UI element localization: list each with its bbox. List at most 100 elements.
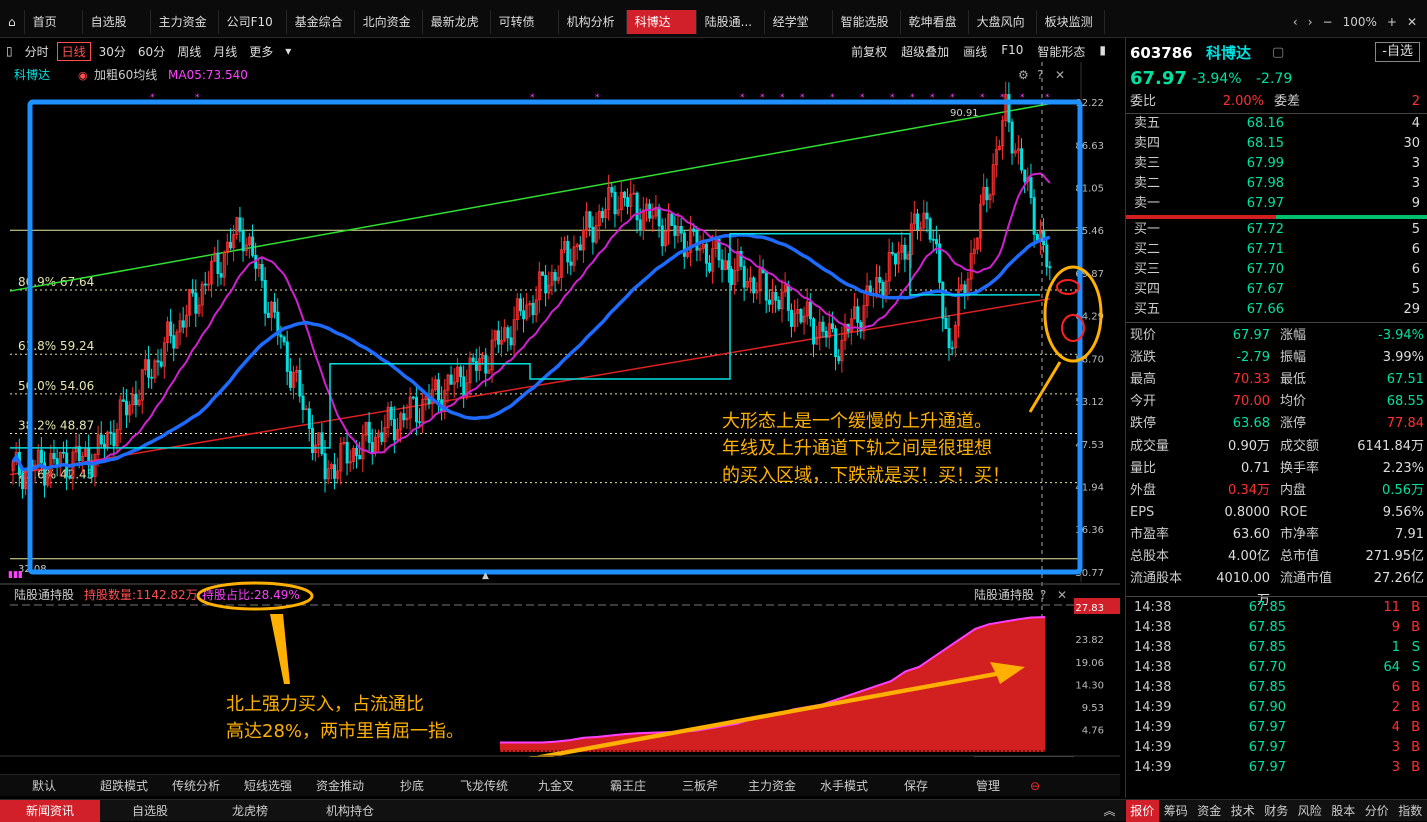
bottom-tab[interactable]: 新闻资讯	[0, 800, 100, 822]
chart-tool[interactable]: 超级叠加	[901, 43, 949, 60]
overlay-ma: MA05:73.540	[168, 68, 248, 82]
nav-tab[interactable]: 机构分析	[559, 10, 627, 34]
expand-icon[interactable]: ︽	[1103, 802, 1115, 819]
quote-tab[interactable]: 资金	[1193, 800, 1227, 822]
chevron-right-icon[interactable]: ›	[1308, 15, 1313, 29]
period-tab[interactable]: 周线	[171, 43, 207, 60]
tool-button[interactable]: 资金推动	[304, 777, 376, 794]
tool-button[interactable]: 主力资金	[736, 777, 808, 794]
chart-tool[interactable]: F10	[1001, 43, 1023, 60]
candle-body	[554, 272, 556, 280]
quote-row: 成交量0.90万成交额6141.84万	[1126, 436, 1427, 458]
candle-body	[986, 187, 988, 199]
period-tab[interactable]: 月线	[207, 43, 243, 60]
zoom-out-icon[interactable]: −	[1323, 15, 1333, 29]
quote-row: 14:3967.902B	[1126, 698, 1427, 718]
tool-button[interactable]: 短线选强	[232, 777, 304, 794]
collapse-icon[interactable]: ⊖	[1030, 779, 1040, 793]
candle-body	[601, 211, 603, 217]
quote-tab[interactable]: 风险	[1293, 800, 1327, 822]
quote-tab[interactable]: 技术	[1226, 800, 1260, 822]
nav-tab[interactable]: 主力资金	[151, 10, 219, 34]
stock-name: 科博达	[1206, 40, 1251, 66]
quote-row: 买一67.725	[1126, 220, 1427, 240]
bottom-tab[interactable]: 机构持仓	[300, 800, 400, 822]
tool-button[interactable]: 九金叉	[520, 777, 592, 794]
tool-button[interactable]: 霸王庄	[592, 777, 664, 794]
nav-tab[interactable]: 大盘风向	[969, 10, 1037, 34]
candle-body	[705, 244, 707, 263]
overlay-stock: 科博达	[14, 67, 50, 82]
candle-body	[239, 218, 241, 231]
nav-tab[interactable]: 智能选股	[833, 10, 901, 34]
quote-tab[interactable]: 股本	[1327, 800, 1361, 822]
quote-tab[interactable]: 筹码	[1159, 800, 1193, 822]
nav-tab[interactable]: 科博达	[627, 10, 697, 34]
quote-tab[interactable]: 报价	[1126, 800, 1160, 822]
home-icon[interactable]: ⌂	[0, 10, 25, 34]
quote-tab[interactable]: 分价	[1360, 800, 1394, 822]
nav-tab[interactable]: 乾坤看盘	[901, 10, 969, 34]
chart-tool[interactable]: 前复权	[851, 43, 887, 60]
quote-row: 流通股本4010.00万流通市值27.26亿	[1126, 568, 1427, 590]
quote-tab[interactable]: 财务	[1260, 800, 1294, 822]
quote-tab[interactable]: 指数	[1394, 800, 1427, 822]
period-tab[interactable]: 更多	[243, 43, 279, 60]
tool-button[interactable]: 默认	[0, 777, 88, 794]
nav-tab[interactable]: 首页	[25, 10, 83, 34]
quote-row: 现价67.97涨幅-3.94%	[1126, 325, 1427, 347]
window-controls: ‹›−100%+✕	[1293, 15, 1427, 29]
nav-tab[interactable]: 板块监测	[1037, 10, 1105, 34]
chart-tool[interactable]: 智能形态	[1037, 43, 1085, 60]
candle-body	[460, 367, 462, 377]
nav-tab[interactable]: 北向资金	[355, 10, 423, 34]
nav-tab[interactable]: 最新龙虎	[423, 10, 491, 34]
candle-body	[951, 348, 953, 349]
period-tab[interactable]: 60分	[132, 43, 171, 60]
annotation-text: 大形态上是一个缓慢的上升通道。	[722, 411, 992, 432]
nav-tab[interactable]: 可转债	[491, 10, 559, 34]
bottom-tab[interactable]: 龙虎榜	[200, 800, 300, 822]
quote-row: 买二67.716	[1126, 240, 1427, 260]
candle-body	[1020, 149, 1022, 170]
nav-tab[interactable]: 经学堂	[765, 10, 833, 34]
nav-tab[interactable]: 基金综合	[287, 10, 355, 34]
candle-body	[768, 300, 770, 304]
candle-body	[308, 409, 310, 429]
tool-button[interactable]: 超跌模式	[88, 777, 160, 794]
tool-button[interactable]: 三板斧	[664, 777, 736, 794]
panel-toggle-icon[interactable]: ▯	[0, 44, 19, 58]
period-tab[interactable]: 30分	[93, 43, 132, 60]
candle-body	[1011, 122, 1013, 153]
tool-button[interactable]: 传统分析	[160, 777, 232, 794]
tool-button[interactable]: 飞龙传统	[448, 777, 520, 794]
candle-body	[611, 187, 613, 192]
bottom-tab[interactable]: 自选股	[100, 800, 200, 822]
marker-strip: ▮▮▮	[8, 570, 23, 580]
panel-icon[interactable]: ▮	[1099, 43, 1106, 60]
zoom-in-icon[interactable]: +	[1387, 15, 1397, 29]
candle-body	[242, 231, 244, 251]
tool-button[interactable]: 抄底	[376, 777, 448, 794]
quote-row: EPS0.8000ROE9.56%	[1126, 502, 1427, 524]
tool-button[interactable]: 管理	[952, 777, 1024, 794]
candle-body	[371, 442, 373, 453]
close-icon[interactable]: ✕	[1407, 15, 1417, 29]
chevron-left-icon[interactable]: ‹	[1293, 15, 1298, 29]
chart-tool[interactable]: 画线	[963, 43, 987, 60]
candle-body	[346, 442, 348, 463]
quote-row: 14:3867.859B	[1126, 618, 1427, 638]
add-watchlist-button[interactable]: -自选	[1375, 42, 1420, 62]
period-tab[interactable]: 日线	[57, 42, 91, 61]
nav-tab[interactable]: 陆股通...	[697, 10, 765, 34]
candle-body	[69, 477, 71, 478]
dropdown-icon[interactable]: ▾	[279, 44, 297, 58]
candle-body	[904, 245, 906, 259]
tool-button[interactable]: 保存	[880, 777, 952, 794]
candle-body	[204, 284, 206, 285]
tool-button[interactable]: 水手模式	[808, 777, 880, 794]
nav-tab[interactable]: 自选股	[83, 10, 151, 34]
period-tab[interactable]: 分时	[19, 43, 55, 60]
nav-tab[interactable]: 公司F10	[219, 10, 287, 34]
kline-chart[interactable]: 科博达◉加粗60均线MA05:73.540⚙?✕92.2286.6381.057…	[0, 62, 1120, 757]
